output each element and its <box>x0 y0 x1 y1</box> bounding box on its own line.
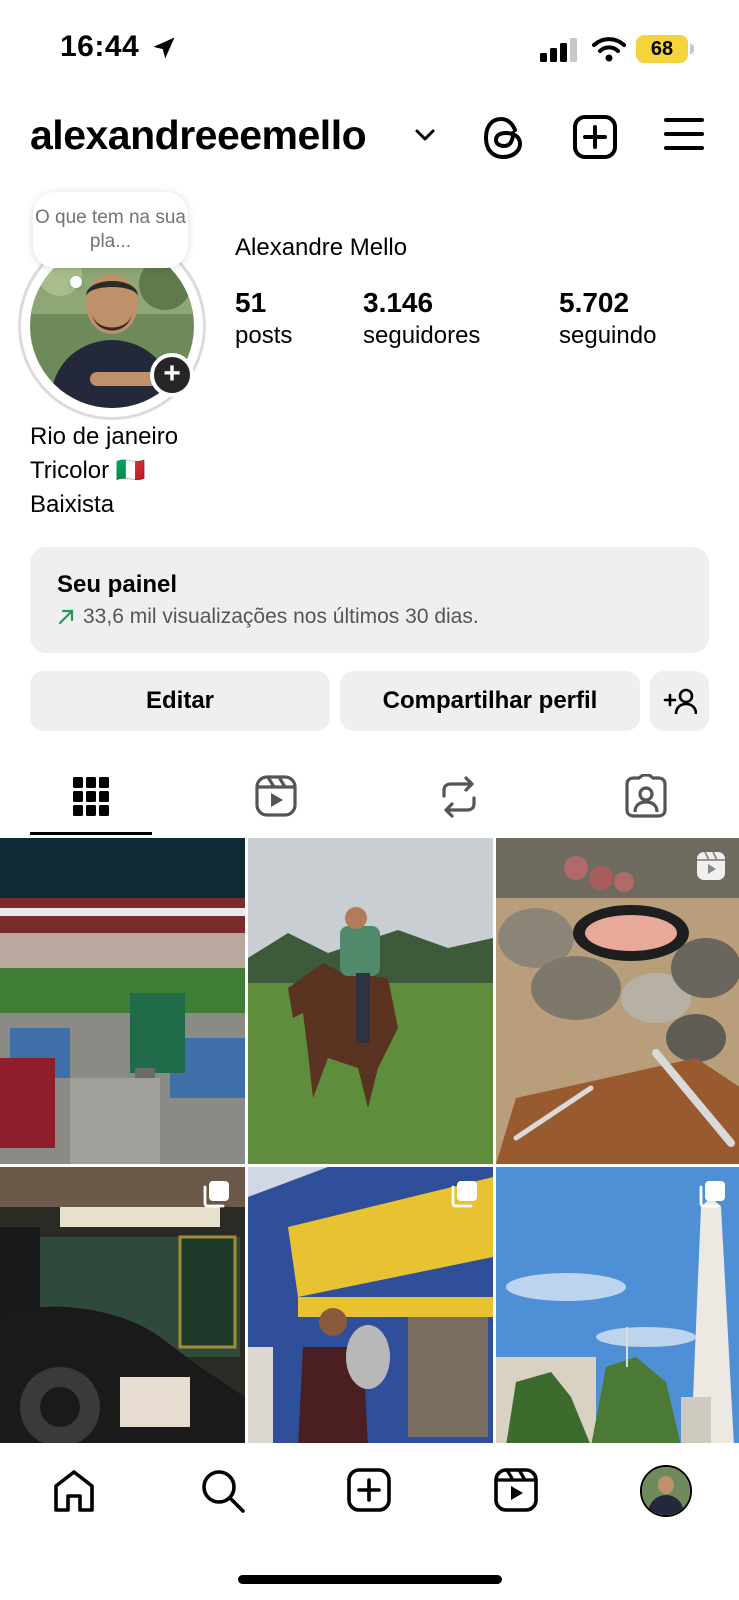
stadium-photo <box>0 838 245 1164</box>
note-tail <box>70 276 82 288</box>
profile-tabs <box>0 760 739 838</box>
home-icon[interactable] <box>52 1468 96 1514</box>
horse-photo <box>248 838 493 1164</box>
dashboard-views-text: 33,6 mil visualizações nos últimos 30 di… <box>83 605 479 628</box>
posts-grid <box>0 838 739 1443</box>
carousel-icon <box>699 1181 725 1208</box>
reposts-tab-icon[interactable] <box>438 774 480 820</box>
wifi-icon <box>592 37 626 62</box>
stat-posts[interactable]: 51 posts <box>235 286 292 352</box>
post-thumbnail-obelisk[interactable] <box>496 1167 739 1443</box>
home-indicator <box>238 1575 502 1584</box>
reel-icon <box>697 851 725 880</box>
profile-avatar-nav[interactable] <box>640 1465 692 1517</box>
bio-line: Tricolor 🇮🇹 <box>30 457 146 484</box>
share-profile-button[interactable]: Compartilhar perfil <box>340 671 640 731</box>
battery-tip <box>690 44 694 54</box>
stat-posts-value: 51 <box>235 287 267 318</box>
dashboard-subtitle: 33,6 mil visualizações nos últimos 30 di… <box>57 605 709 629</box>
chevron-down-icon[interactable] <box>414 128 436 142</box>
bio-line: Rio de janeiro <box>30 423 179 450</box>
stat-following-label: seguindo <box>559 322 657 349</box>
trend-up-icon <box>58 609 74 625</box>
discover-people-button[interactable] <box>650 671 709 731</box>
professional-dashboard[interactable]: Seu painel 33,6 mil visualizações nos úl… <box>30 547 709 653</box>
cellular-signal-icon <box>540 38 577 62</box>
menu-icon[interactable] <box>664 116 704 152</box>
tagged-tab-icon[interactable] <box>624 774 668 818</box>
bbq-photo <box>496 838 739 1164</box>
status-bar: 16:44 68 <box>0 0 739 100</box>
grid-tab-icon[interactable] <box>72 774 110 818</box>
profile-header: alexandreeemello <box>0 108 739 168</box>
dashboard-title: Seu painel <box>57 571 178 598</box>
carousel-icon <box>203 1181 229 1208</box>
bio-line: Baixista <box>30 491 115 518</box>
stat-posts-label: posts <box>235 322 293 349</box>
stat-followers-value: 3.146 <box>363 287 434 318</box>
username-switcher[interactable]: alexandreeemello <box>30 112 367 159</box>
carousel-icon <box>451 1181 477 1208</box>
stat-followers[interactable]: 3.146 seguidores <box>363 286 480 352</box>
stat-followers-label: seguidores <box>363 322 481 349</box>
status-time: 16:44 <box>60 30 140 63</box>
add-story-button[interactable]: + <box>150 353 194 397</box>
post-thumbnail-bbq[interactable] <box>496 838 739 1164</box>
add-person-icon <box>663 688 697 715</box>
reels-tab-icon[interactable] <box>254 774 298 818</box>
create-icon[interactable] <box>347 1468 391 1512</box>
location-arrow-icon <box>153 37 175 59</box>
active-tab-indicator <box>30 832 152 835</box>
threads-icon[interactable] <box>482 114 526 162</box>
stat-following-value: 5.702 <box>559 287 630 318</box>
post-thumbnail-bar[interactable] <box>0 1167 245 1443</box>
battery-level: 68 <box>636 35 688 63</box>
post-thumbnail-trophy[interactable] <box>248 1167 493 1443</box>
post-thumbnail-stadium[interactable] <box>0 838 245 1164</box>
create-post-icon[interactable] <box>572 114 618 160</box>
reels-icon[interactable] <box>494 1468 538 1512</box>
search-icon[interactable] <box>200 1468 246 1514</box>
stat-following[interactable]: 5.702 seguindo <box>559 286 656 352</box>
edit-profile-button[interactable]: Editar <box>30 671 330 731</box>
post-thumbnail-horse[interactable] <box>248 838 493 1164</box>
display-name: Alexandre Mello <box>235 234 408 261</box>
bio: Rio de janeiro Tricolor 🇮🇹 Baixista <box>30 420 178 522</box>
note-bubble[interactable]: O que tem na sua pla... <box>33 192 188 268</box>
